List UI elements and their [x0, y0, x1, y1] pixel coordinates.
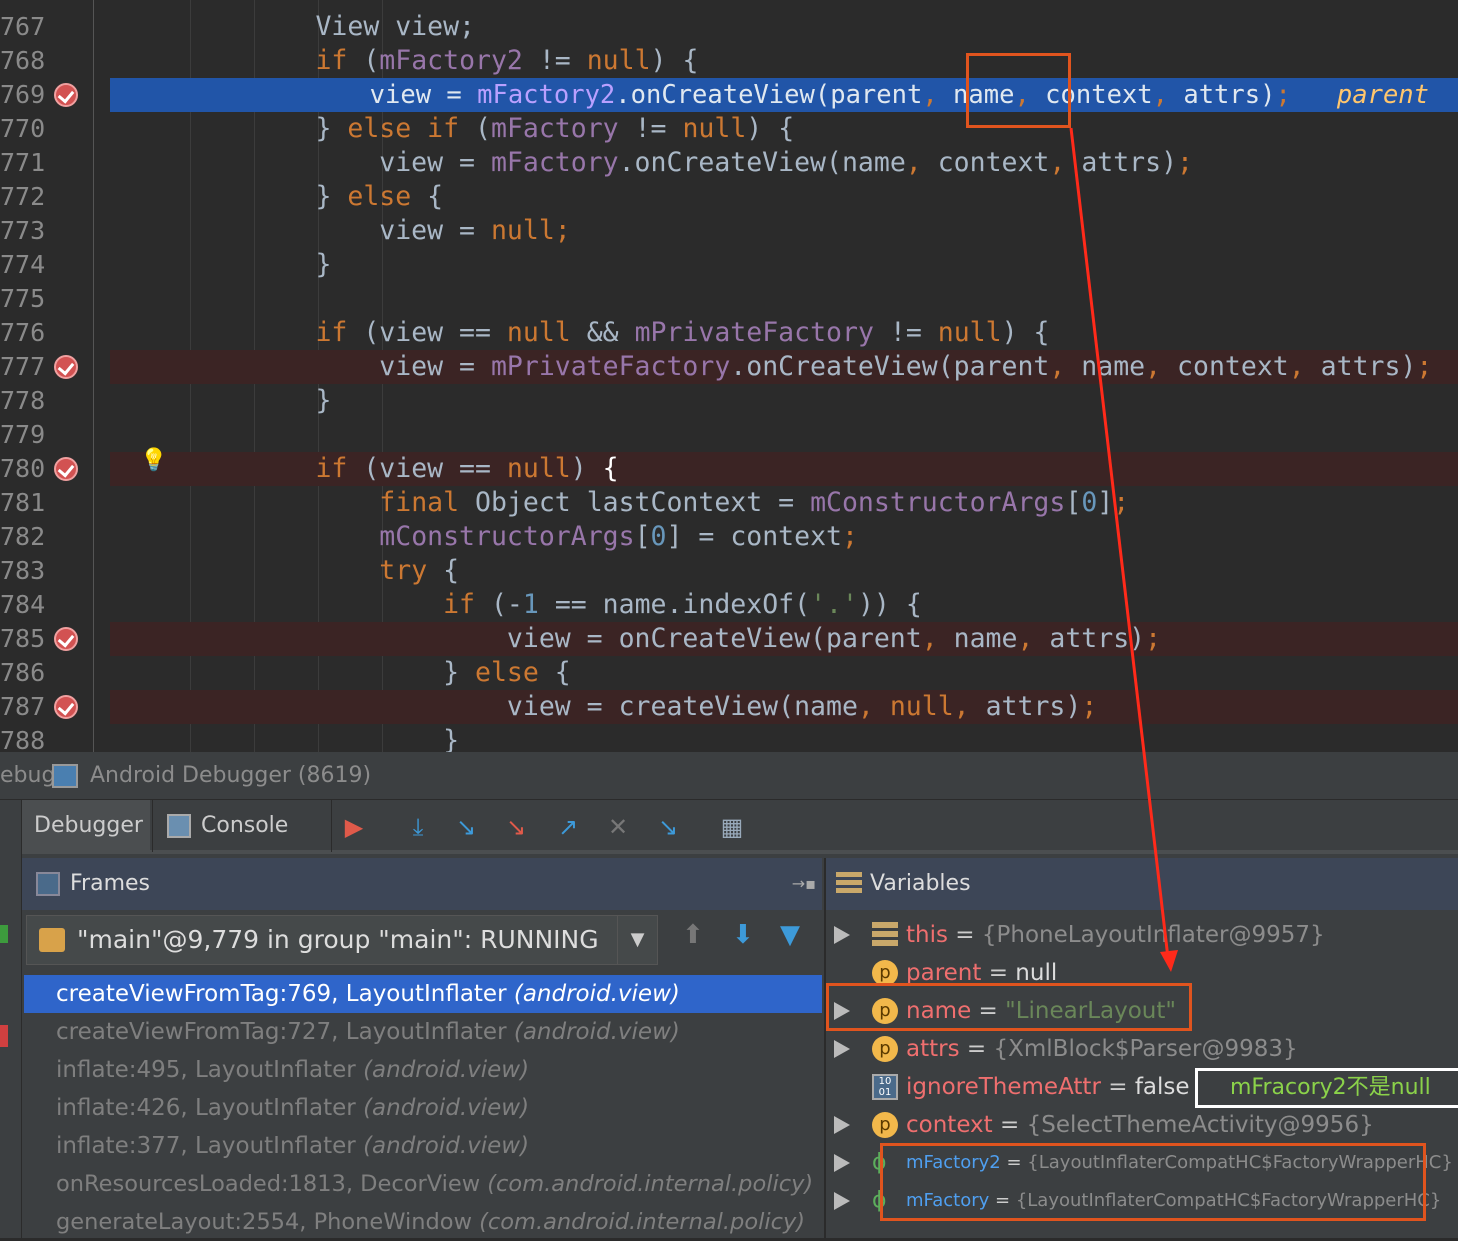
annotation-note: mFracory2不是null	[1195, 1068, 1458, 1108]
annotation-box-factories	[880, 1143, 1426, 1221]
arrow-head	[1160, 950, 1178, 972]
annotation-arrow	[1069, 127, 1178, 972]
arrow-line	[1069, 127, 1170, 959]
annotation-box-name-var	[826, 983, 1192, 1031]
